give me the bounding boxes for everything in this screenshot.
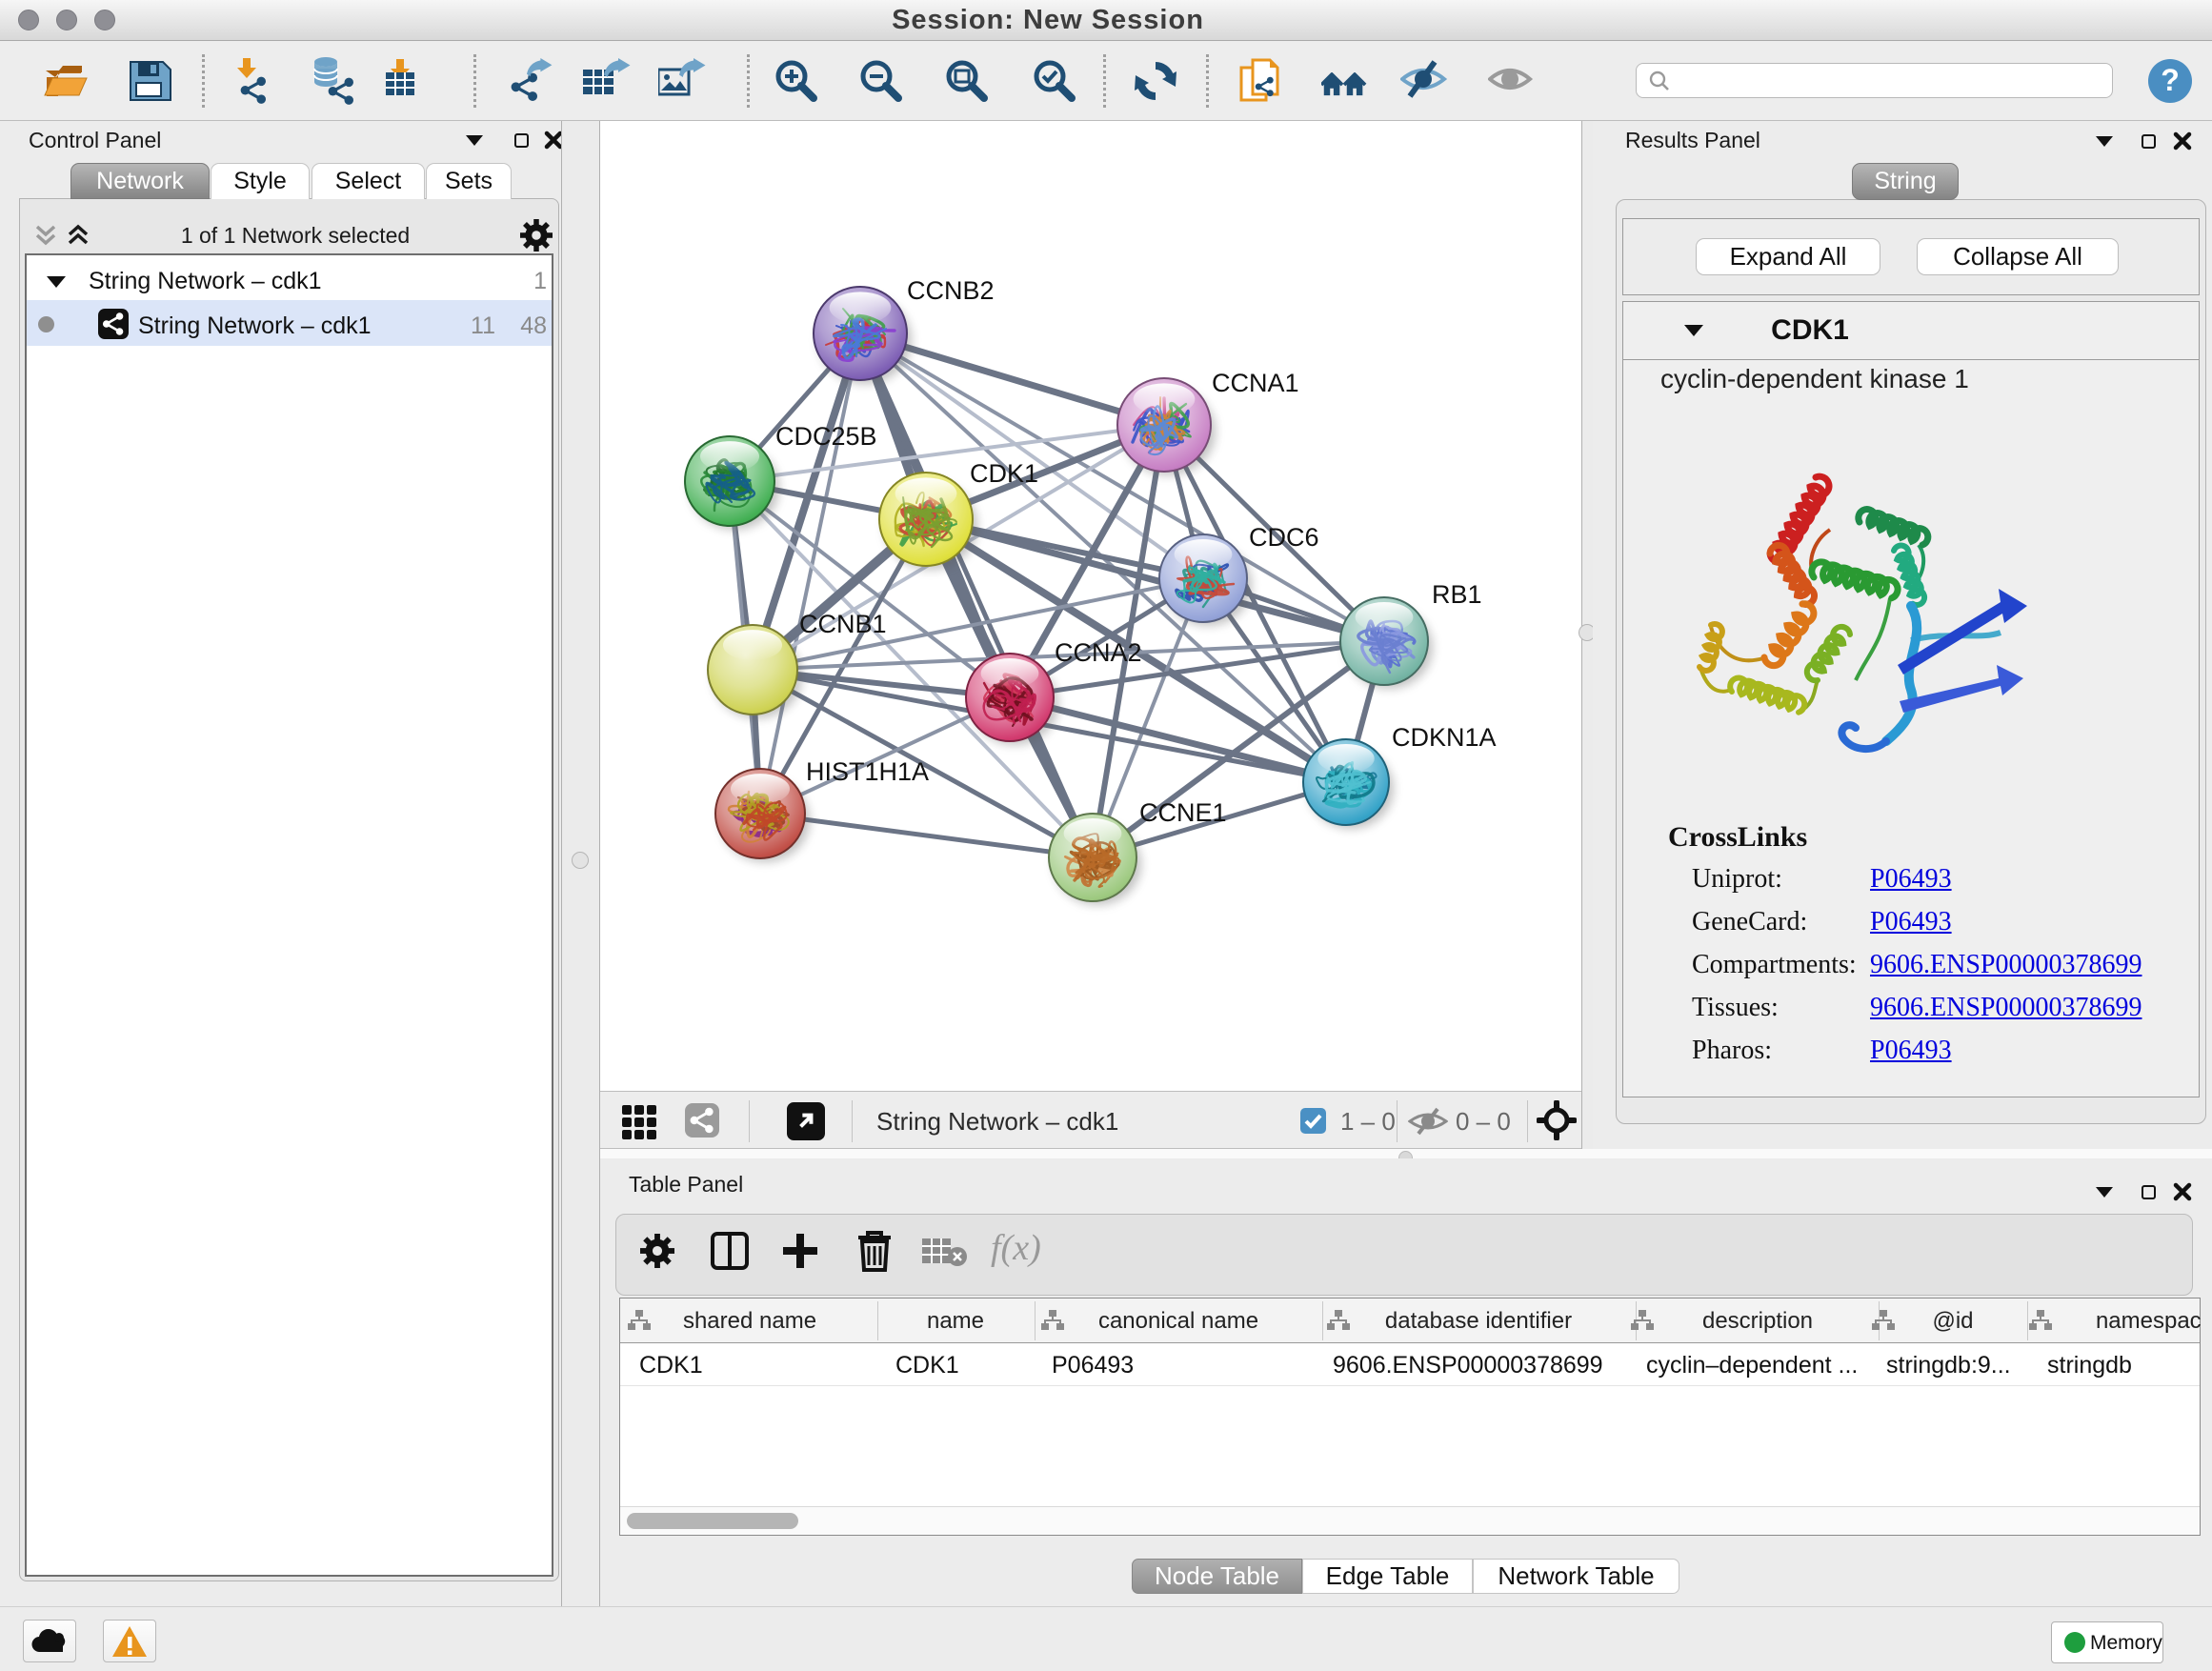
svg-text:HIST1H1A: HIST1H1A [806,757,929,786]
svg-text:CDK1: CDK1 [970,459,1038,488]
svg-text:CCNB1: CCNB1 [799,610,887,638]
svg-text:?: ? [2161,63,2180,97]
svg-text:CDC25B: CDC25B [775,422,877,451]
svg-text:CCNE1: CCNE1 [1139,798,1227,827]
svg-text:CCNB2: CCNB2 [907,276,995,305]
svg-text:CDKN1A: CDKN1A [1392,723,1497,752]
svg-text:CCNA1: CCNA1 [1212,369,1299,397]
svg-text:RB1: RB1 [1432,580,1482,609]
svg-text:CDC6: CDC6 [1249,523,1319,552]
svg-text:CCNA2: CCNA2 [1055,638,1142,667]
